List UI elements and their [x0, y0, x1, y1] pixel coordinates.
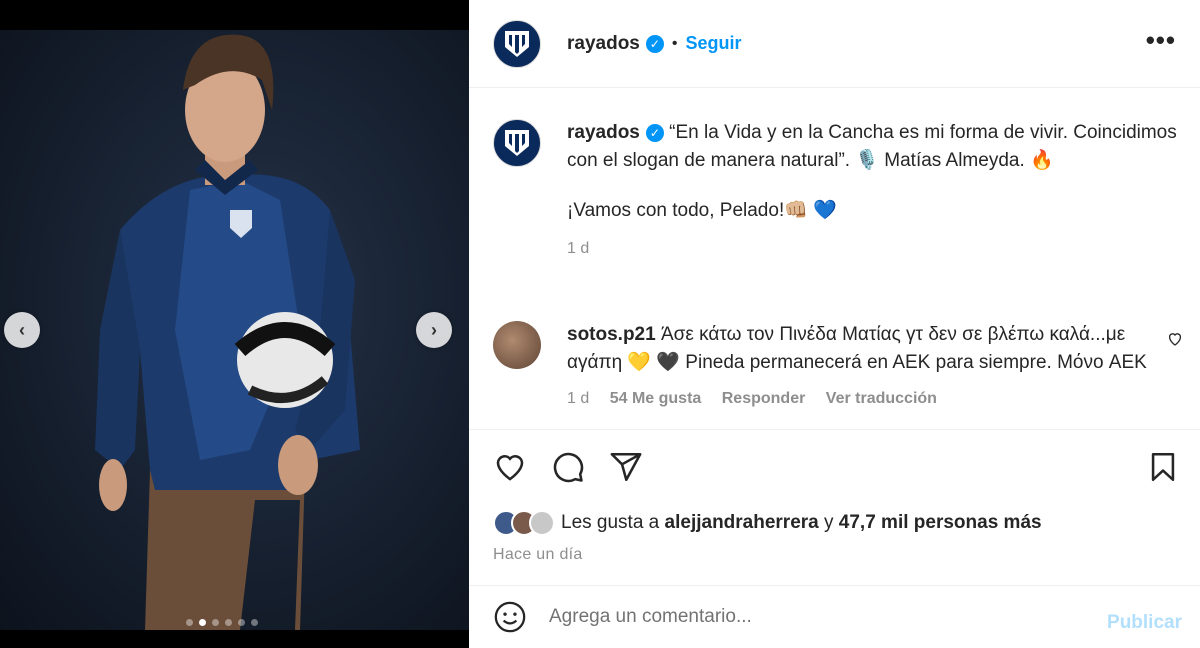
avatar[interactable]	[493, 321, 541, 369]
caption-text-line2: ¡Vamos con todo, Pelado!👊🏼 💙	[567, 200, 837, 221]
likes-summary: Les gusta a alejjandraherrera y 47,7 mil…	[493, 510, 1042, 536]
likes-user[interactable]: alejjandraherrera	[665, 512, 819, 533]
verified-badge-icon: ✓	[645, 34, 664, 53]
verified-badge-icon: ✓	[645, 123, 664, 142]
post-photo	[0, 30, 469, 630]
action-icons	[493, 450, 1180, 486]
comment-icon[interactable]	[551, 450, 585, 484]
more-options-icon[interactable]: •••	[1146, 27, 1176, 53]
slide-dot	[186, 619, 193, 626]
slide-dot	[251, 619, 258, 626]
post-caption: rayados ✓ “En la Vida y en la Cancha es m…	[493, 119, 1183, 263]
post-media: ‹ ›	[0, 0, 469, 648]
publish-button[interactable]: Publicar	[1107, 612, 1182, 634]
slide-indicator	[186, 619, 258, 626]
caption-body: rayados ✓ “En la Vida y en la Cancha es m…	[567, 119, 1177, 263]
add-comment-bar: Publicar	[469, 585, 1200, 648]
post-username[interactable]: rayados	[567, 33, 640, 55]
bookmark-icon[interactable]	[1146, 450, 1180, 484]
separator: •	[671, 34, 678, 52]
avatar[interactable]	[493, 119, 541, 167]
comment-input[interactable]	[549, 606, 1069, 628]
next-slide-button[interactable]: ›	[416, 312, 452, 348]
caption-time: 1 d	[567, 240, 590, 257]
rayados-crest-icon	[505, 130, 529, 156]
chevron-left-icon: ‹	[19, 319, 25, 340]
slide-dot	[225, 619, 232, 626]
comment-username[interactable]: sotos.p21	[567, 324, 656, 345]
comment-heart-icon[interactable]	[1167, 331, 1183, 347]
follow-button[interactable]: Seguir	[685, 33, 741, 54]
translate-button[interactable]: Ver traducción	[826, 390, 937, 407]
liker-avatar	[529, 510, 555, 536]
likes-prefix: Les gusta a	[561, 512, 660, 533]
reply-button[interactable]: Responder	[722, 390, 806, 407]
comment-item: sotos.p21 Άσε κάτω τον Πινέδα Ματίας γτ …	[493, 321, 1183, 413]
comment-body: sotos.p21 Άσε κάτω τον Πινέδα Ματίας γτ …	[567, 321, 1157, 413]
comment-meta: 1 d 54 Me gusta Responder Ver traducción	[567, 385, 1157, 413]
post-header: rayados ✓ • Seguir •••	[469, 0, 1200, 88]
post-details-panel: rayados ✓ • Seguir ••• rayados ✓ “En la V…	[469, 0, 1200, 648]
rayados-crest-icon	[505, 30, 529, 57]
post-timestamp: Hace un día	[493, 546, 583, 563]
post-actions: Les gusta a alejjandraherrera y 47,7 mil…	[469, 429, 1200, 585]
share-icon[interactable]	[609, 450, 643, 484]
slide-dot	[212, 619, 219, 626]
comments-list[interactable]: rayados ✓ “En la Vida y en la Cancha es m…	[469, 89, 1200, 429]
comment-likes[interactable]: 54 Me gusta	[610, 390, 702, 407]
player-photo-illustration	[95, 34, 360, 630]
previous-slide-button[interactable]: ‹	[4, 312, 40, 348]
heart-icon[interactable]	[493, 450, 527, 484]
slide-dot	[238, 619, 245, 626]
slide-dot-active	[199, 619, 206, 626]
likes-text: Les gusta a alejjandraherrera y 47,7 mil…	[561, 512, 1042, 534]
chevron-right-icon: ›	[431, 319, 437, 340]
emoji-icon[interactable]	[493, 600, 527, 634]
likes-connector: y	[824, 512, 834, 533]
caption-username[interactable]: rayados	[567, 122, 640, 143]
avatar[interactable]	[493, 19, 541, 68]
likes-others[interactable]: 47,7 mil personas más	[839, 512, 1042, 533]
comment-time: 1 d	[567, 390, 590, 407]
